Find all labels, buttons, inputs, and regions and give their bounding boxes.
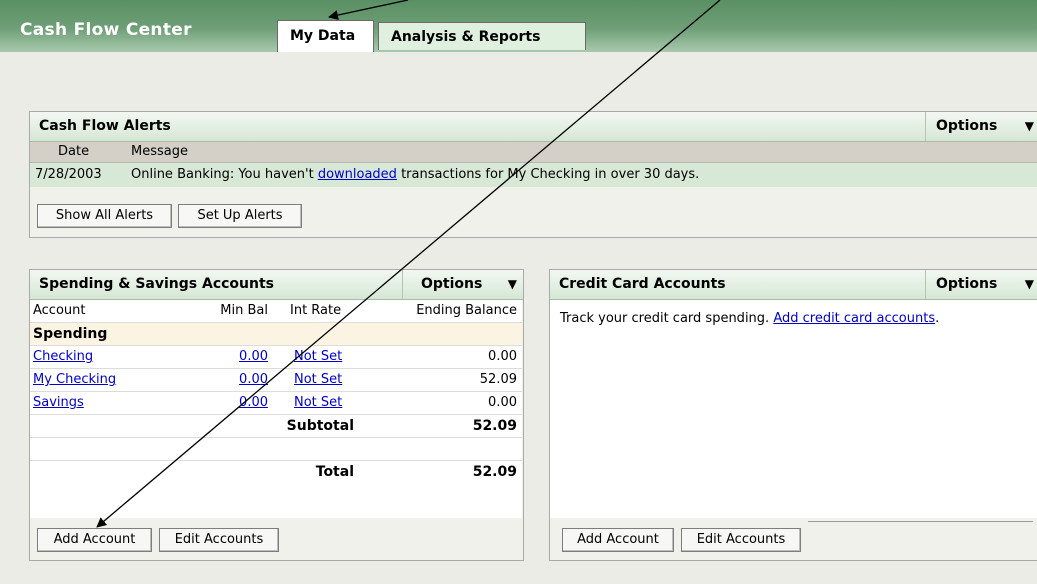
alerts-panel: Cash Flow Alerts Options ▼ Date Message … <box>29 111 1037 238</box>
chevron-down-icon: ▼ <box>1024 277 1034 291</box>
divider <box>808 521 1033 522</box>
chevron-down-icon: ▼ <box>507 277 517 291</box>
col-min-bal: Min Bal <box>220 303 268 318</box>
account-balance: 52.09 <box>479 372 517 387</box>
alert-text-end: transactions for My Checking in over 30 … <box>396 167 700 182</box>
subtotal-row: Subtotal 52.09 <box>30 415 522 438</box>
total-value: 52.09 <box>472 464 517 480</box>
subtotal-label: Subtotal <box>286 418 354 434</box>
col-date: Date <box>58 144 90 159</box>
account-balance: 0.00 <box>488 395 517 410</box>
credit-title: Credit Card Accounts <box>559 276 726 292</box>
int-rate-link[interactable]: Not Set <box>294 346 342 368</box>
credit-content: Track your credit card spending. Add cre… <box>550 300 1037 518</box>
app-title: Cash Flow Center <box>20 20 192 40</box>
edit-accounts-button[interactable]: Edit Accounts <box>681 528 801 552</box>
credit-panel-header: Credit Card Accounts Options ▼ <box>550 270 1037 300</box>
total-label: Total <box>315 464 354 480</box>
int-rate-link[interactable]: Not Set <box>294 369 342 391</box>
tab-analysis-reports[interactable]: Analysis & Reports <box>378 22 586 50</box>
min-bal-link[interactable]: 0.00 <box>180 392 268 414</box>
credit-message-text: Track your credit card spending. <box>560 311 774 326</box>
table-row: Checking 0.00 Not Set 0.00 <box>30 346 522 369</box>
group-row: Spending <box>30 323 522 346</box>
alert-date: 7/28/2003 <box>35 167 102 182</box>
credit-options-button[interactable]: Options ▼ <box>925 270 1037 299</box>
options-label: Options <box>421 276 483 292</box>
options-label: Options <box>936 276 998 292</box>
set-up-alerts-button[interactable]: Set Up Alerts <box>178 204 302 228</box>
col-account: Account <box>33 303 86 318</box>
account-balance: 0.00 <box>488 349 517 364</box>
add-account-button[interactable]: Add Account <box>37 528 152 552</box>
add-account-button[interactable]: Add Account <box>562 528 674 552</box>
sub-toolbar <box>0 52 1037 87</box>
spending-panel-header: Spending & Savings Accounts Options ▼ <box>30 270 523 300</box>
options-label: Options <box>936 118 998 134</box>
alerts-column-header: Date Message <box>30 142 1037 163</box>
spacer-row <box>30 438 522 461</box>
col-ending-balance: Ending Balance <box>416 303 517 318</box>
credit-message-end: . <box>935 311 940 326</box>
downloaded-link[interactable]: downloaded <box>318 167 397 182</box>
account-name-link[interactable]: My Checking <box>33 369 116 391</box>
credit-message: Track your credit card spending. Add cre… <box>560 311 939 326</box>
tab-my-data[interactable]: My Data <box>277 20 374 52</box>
alerts-options-button[interactable]: Options ▼ <box>925 112 1037 141</box>
alert-row: 7/28/2003 Online Banking: You haven't do… <box>30 163 1037 187</box>
subtotal-value: 52.09 <box>472 418 517 434</box>
spending-panel: Spending & Savings Accounts Options ▼ Ac… <box>29 269 524 561</box>
account-name-link[interactable]: Savings <box>33 392 84 414</box>
min-bal-link[interactable]: 0.00 <box>180 369 268 391</box>
credit-panel: Credit Card Accounts Options ▼ Track you… <box>549 269 1037 561</box>
min-bal-link[interactable]: 0.00 <box>180 346 268 368</box>
show-all-alerts-button[interactable]: Show All Alerts <box>37 204 172 228</box>
alerts-panel-header: Cash Flow Alerts Options ▼ <box>30 112 1037 142</box>
chevron-down-icon: ▼ <box>1024 119 1034 133</box>
col-message: Message <box>131 144 188 159</box>
spending-options-button[interactable]: Options ▼ <box>402 270 524 299</box>
alerts-title: Cash Flow Alerts <box>39 118 171 134</box>
table-header: Account Min Bal Int Rate Ending Balance <box>30 300 522 323</box>
add-credit-card-link[interactable]: Add credit card accounts <box>773 311 935 326</box>
total-row: Total 52.09 <box>30 461 522 483</box>
table-row: Savings 0.00 Not Set 0.00 <box>30 392 522 415</box>
spending-title: Spending & Savings Accounts <box>39 276 274 292</box>
edit-accounts-button[interactable]: Edit Accounts <box>159 528 279 552</box>
int-rate-link[interactable]: Not Set <box>294 392 342 414</box>
alert-text: Online Banking: You haven't <box>131 167 318 182</box>
accounts-table: Account Min Bal Int Rate Ending Balance … <box>30 300 522 518</box>
alert-message: Online Banking: You haven't downloaded t… <box>131 163 699 187</box>
account-name-link[interactable]: Checking <box>33 346 93 368</box>
col-int-rate: Int Rate <box>290 303 342 318</box>
table-row: My Checking 0.00 Not Set 52.09 <box>30 369 522 392</box>
group-label: Spending <box>33 326 108 342</box>
